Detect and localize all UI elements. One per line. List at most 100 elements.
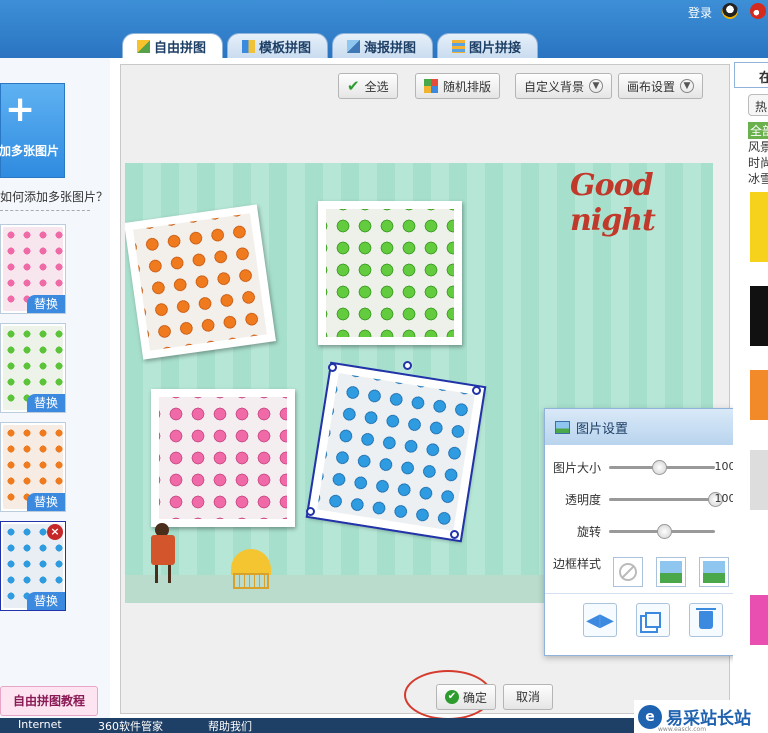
rotate-slider-knob[interactable]	[657, 524, 673, 539]
canvas-settings-button[interactable]: 画布设置 ▼	[618, 73, 704, 99]
replace-button[interactable]: 替换	[27, 592, 65, 610]
chevron-down-icon: ▼	[680, 79, 695, 93]
shuffle-icon	[424, 79, 438, 93]
photo-blue-beads-selected[interactable]	[305, 361, 487, 543]
tab-poster-collage[interactable]: 海报拼图	[332, 33, 434, 58]
weibo-icon[interactable]	[750, 3, 766, 19]
size-slider-knob[interactable]	[651, 460, 667, 475]
tab-free-collage[interactable]: 自由拼图	[122, 33, 224, 58]
taskbar-item[interactable]: Internet	[18, 718, 62, 731]
chevron-down-icon: ▼	[589, 79, 604, 93]
rotate-slider[interactable]	[609, 524, 715, 539]
basket	[233, 573, 269, 589]
rotate-handle[interactable]	[403, 361, 412, 370]
frame-style-1-icon[interactable]	[656, 557, 686, 587]
add-images-label: 加多张图片	[0, 144, 60, 158]
free-collage-icon	[137, 39, 150, 53]
taskbar-item[interactable]: 帮助我们	[208, 718, 252, 733]
tab-label: 海报拼图	[364, 40, 417, 56]
right-panel: 热 全部 风景 时尚 冰雪	[733, 90, 768, 720]
no-border-glyph	[619, 563, 637, 581]
divider	[545, 593, 758, 594]
tab-label: 模板拼图	[259, 40, 312, 56]
check-icon: ✔	[347, 77, 360, 95]
photo-orange-beads[interactable]	[125, 204, 276, 360]
resize-handle[interactable]	[328, 363, 337, 372]
flip-glyph: ◀▶	[586, 609, 614, 631]
opacity-slider[interactable]	[609, 492, 723, 507]
border-label: 边框样式	[552, 557, 601, 571]
background-swatch[interactable]	[750, 286, 768, 346]
opacity-row: 透明度 100%	[545, 489, 758, 509]
select-all-label: 全选	[364, 79, 389, 94]
size-slider[interactable]	[609, 460, 715, 475]
photo-image	[159, 397, 287, 519]
size-label: 图片大小	[552, 461, 601, 475]
random-layout-button[interactable]: 随机排版	[415, 73, 501, 99]
sun-basket-illustration	[231, 549, 271, 589]
brand-logo-icon: e	[638, 704, 662, 729]
custom-background-button[interactable]: 自定义背景 ▼	[515, 73, 613, 99]
left-panel: + 加多张图片 如何添加多张图片？ 替换 替换 替换 × 替换 自由拼图教程	[0, 58, 110, 733]
trash-icon[interactable]	[689, 603, 723, 637]
dialog-header[interactable]: 图片设置	[545, 409, 758, 445]
hot-button[interactable]: 热	[748, 94, 768, 116]
replace-button[interactable]: 替换	[27, 295, 65, 313]
replace-button[interactable]: 替换	[27, 493, 65, 511]
resize-handle[interactable]	[450, 530, 459, 539]
close-icon[interactable]: ×	[47, 524, 63, 540]
tab-template-collage[interactable]: 模板拼图	[227, 33, 329, 58]
qq-icon[interactable]	[722, 3, 738, 19]
flip-icon[interactable]: ◀▶	[583, 603, 617, 637]
size-row: 图片大小 100%	[545, 457, 758, 477]
opacity-label: 透明度	[564, 493, 601, 507]
right-panel-tab[interactable]: 在	[734, 62, 768, 88]
girl-illustration	[147, 523, 177, 583]
tab-image-join[interactable]: 图片拼接	[437, 33, 539, 58]
category-scenery[interactable]: 风景	[748, 138, 768, 155]
taskbar-item[interactable]: 360软件管家	[98, 718, 163, 733]
replace-button[interactable]: 替换	[27, 394, 65, 412]
divider	[0, 210, 90, 211]
figure-legs	[155, 565, 171, 583]
image-settings-dialog: 图片设置 ✕ 图片大小 100% 透明度 100% 旋转 9° 边框样式 ◀▶	[544, 408, 759, 656]
category-all[interactable]: 全部	[748, 122, 768, 139]
thumbnail-pink[interactable]: 替换	[0, 224, 66, 314]
tutorial-button[interactable]: 自由拼图教程	[0, 686, 98, 716]
thumbnail-orange[interactable]: 替换	[0, 422, 66, 512]
thumbnail-blue[interactable]: × 替换	[0, 521, 66, 611]
frame-style-2-icon[interactable]	[699, 557, 729, 587]
dialog-title: 图片设置	[576, 421, 629, 437]
help-link[interactable]: 如何添加多张图片？	[0, 188, 108, 205]
random-layout-label: 随机排版	[443, 79, 492, 94]
check-icon: ✔	[444, 690, 459, 704]
canvas-title: Good night	[570, 168, 656, 238]
category-fashion[interactable]: 时尚	[748, 154, 768, 171]
poster-icon	[347, 39, 361, 53]
background-swatch[interactable]	[750, 370, 768, 420]
resize-handle[interactable]	[306, 507, 315, 516]
photo-pink-beads[interactable]	[151, 389, 295, 527]
image-icon	[555, 420, 570, 434]
resize-handle[interactable]	[472, 386, 481, 395]
login-link[interactable]: 登录	[688, 4, 712, 21]
trash-glyph	[696, 608, 716, 629]
custom-background-label: 自定义背景	[524, 79, 585, 94]
layer-icon[interactable]	[636, 603, 670, 637]
category-ice[interactable]: 冰雪	[748, 170, 768, 187]
mode-tabs: 自由拼图 模板拼图 海报拼图 图片拼接	[122, 33, 539, 58]
tab-label: 图片拼接	[469, 40, 522, 56]
cancel-button[interactable]: 取消	[503, 684, 553, 710]
background-swatch[interactable]	[750, 595, 768, 645]
thumbnail-green[interactable]: 替换	[0, 323, 66, 413]
photo-green-beads[interactable]	[318, 201, 462, 345]
rotate-label: 旋转	[576, 525, 601, 539]
photo-image	[326, 209, 454, 337]
select-all-button[interactable]: ✔ 全选	[338, 73, 398, 99]
add-images-button[interactable]: + 加多张图片	[0, 83, 65, 178]
background-swatch[interactable]	[750, 450, 768, 510]
no-border-icon[interactable]	[613, 557, 643, 587]
background-swatch[interactable]	[750, 192, 768, 262]
confirm-button[interactable]: ✔ 确定	[436, 684, 496, 710]
figure-body	[151, 535, 175, 565]
